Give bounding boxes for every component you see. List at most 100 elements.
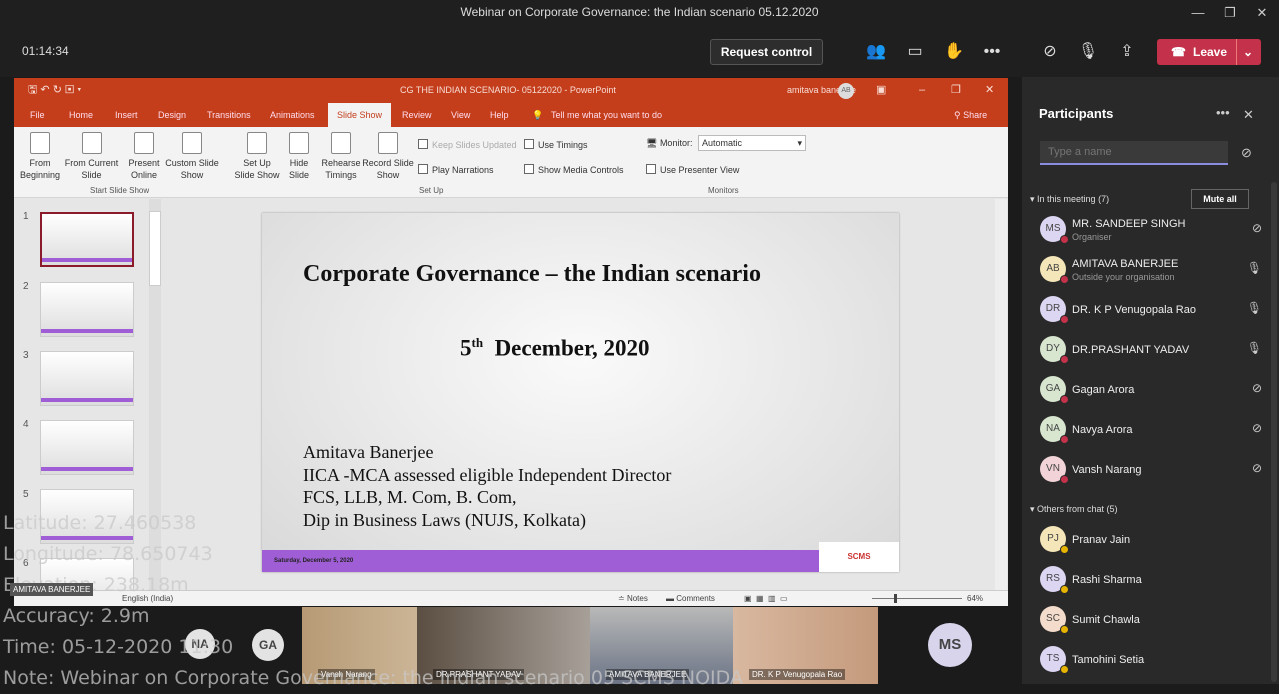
mute-all-button[interactable]: Mute all — [1191, 189, 1249, 209]
close-window-icon[interactable]: ✕ — [1247, 0, 1277, 25]
participant-item[interactable]: AB AMITAVA BANERJEE Outside your organis… — [1040, 253, 1262, 289]
mic-muted-icon[interactable]: ⊘ — [1252, 381, 1262, 395]
avatar: GA — [1040, 376, 1069, 404]
tab-view[interactable]: View — [451, 103, 470, 127]
participant-item[interactable]: VN Vansh Narang ⊘ — [1040, 453, 1262, 489]
participant-item[interactable]: SC Sumit Chawla — [1040, 603, 1262, 639]
ppt-close-icon[interactable]: ✕ — [985, 78, 994, 103]
from-beginning-button[interactable]: From Beginning — [20, 132, 60, 181]
present-online-button[interactable]: Present Online — [126, 132, 162, 181]
user-avatar[interactable]: AB — [838, 83, 854, 99]
tab-review[interactable]: Review — [402, 103, 432, 127]
minimize-icon[interactable]: — — [1183, 0, 1213, 25]
mic-muted-icon[interactable]: ⊘ — [1252, 461, 1262, 475]
avatar-ms: MS — [928, 623, 972, 667]
thumbnail-slide-1[interactable] — [40, 212, 134, 267]
slide-scrollbar[interactable] — [995, 199, 1007, 591]
tab-slide-show[interactable]: Slide Show — [328, 103, 392, 127]
search-participants-input[interactable] — [1040, 141, 1228, 165]
ppt-minimize-icon[interactable]: – — [919, 78, 925, 103]
request-control-button[interactable]: Request control — [710, 39, 823, 65]
mic-icon[interactable]: 🎙 — [1247, 301, 1262, 315]
mic-muted-icon[interactable]: ⊘ — [1252, 221, 1262, 235]
camera-off-icon[interactable]: ⊘ — [1038, 41, 1062, 63]
scms-logo: SCMS — [819, 542, 899, 572]
quick-access-icons[interactable]: 🖫 ↶ ↻ ▣ ▾ — [28, 78, 81, 103]
setup-slide-show-button[interactable]: Set Up Slide Show — [234, 132, 280, 181]
status-dot-icon — [1060, 435, 1069, 444]
maximize-icon[interactable]: ❐ — [1215, 0, 1245, 25]
tab-transitions[interactable]: Transitions — [207, 103, 251, 127]
participant-name: Vansh Narang — [1072, 464, 1142, 476]
close-icon[interactable]: ✕ — [1243, 107, 1254, 123]
show-media-controls-checkbox[interactable]: Show Media Controls — [524, 164, 624, 175]
zoom-slider[interactable] — [872, 594, 962, 603]
mic-icon[interactable]: 🎙 — [1247, 261, 1262, 275]
raise-hand-icon[interactable]: ✋ — [942, 41, 966, 63]
ppt-title: CG THE INDIAN SCENARIO- 05122020 - Power… — [400, 85, 616, 95]
status-dot-icon — [1060, 355, 1069, 364]
participant-name: Gagan Arora — [1072, 384, 1135, 396]
panel-scrollbar[interactable] — [1271, 182, 1277, 682]
chevron-down-icon: ▾ — [797, 138, 802, 148]
leave-button[interactable]: ☎ Leave ⌄ — [1157, 39, 1261, 65]
tab-animations[interactable]: Animations — [270, 103, 315, 127]
from-current-button[interactable]: From Current Slide — [64, 132, 119, 181]
participant-item[interactable]: GA Gagan Arora ⊘ — [1040, 373, 1262, 409]
presenter-view-checkbox[interactable]: Use Presenter View — [646, 164, 739, 175]
play-narrations-checkbox[interactable]: Play Narrations — [418, 164, 494, 175]
zoom-level[interactable]: 64% — [967, 591, 983, 606]
video-tile[interactable]: DR. K P Venugopala Rao — [733, 607, 878, 684]
more-options-icon[interactable]: ••• — [1216, 105, 1230, 120]
use-timings-checkbox[interactable]: Use Timings — [524, 139, 588, 150]
share-screen-icon[interactable]: ⇪ — [1115, 41, 1139, 63]
thumb-number: 5 — [23, 489, 29, 500]
chat-icon[interactable]: ▭ — [903, 41, 927, 63]
group-setup: Set Up — [419, 186, 444, 195]
tell-me-search[interactable]: Tell me what you want to do — [551, 103, 662, 127]
mic-muted-icon[interactable]: ⊘ — [1252, 421, 1262, 435]
thumbnail-slide-3[interactable] — [40, 351, 134, 406]
chevron-down-icon[interactable]: ⌄ — [1235, 39, 1253, 65]
rehearse-timings-button[interactable]: Rehearse Timings — [320, 132, 362, 181]
share-button[interactable]: ⚲ Share — [954, 103, 987, 127]
thumb-number: 1 — [23, 211, 29, 222]
in-meeting-header[interactable]: ▾ In this meeting (7) — [1030, 194, 1109, 205]
tab-home[interactable]: Home — [69, 103, 93, 127]
thumbnail-slide-4[interactable] — [40, 420, 134, 475]
thumb-number: 2 — [23, 281, 29, 292]
status-dot-icon — [1060, 475, 1069, 484]
participant-item[interactable]: TS Tamohini Setia — [1040, 643, 1262, 679]
thumbnail-slide-2[interactable] — [40, 282, 134, 337]
status-dot-icon — [1060, 235, 1069, 244]
ppt-restore-icon[interactable]: ❐ — [951, 78, 961, 103]
ribbon-display-icon[interactable]: ▣ — [876, 78, 886, 103]
tab-help[interactable]: Help — [490, 103, 509, 127]
more-options-icon[interactable]: ••• — [980, 41, 1004, 63]
monitor-select[interactable]: Automatic ▾ — [698, 135, 806, 151]
hide-slide-button[interactable]: Hide Slide — [284, 132, 314, 181]
participant-item[interactable]: RS Rashi Sharma — [1040, 563, 1262, 599]
record-slide-show-button[interactable]: Record Slide Show — [362, 132, 414, 181]
status-dot-icon — [1060, 395, 1069, 404]
mic-off-icon[interactable]: 🎙 — [1076, 41, 1100, 63]
tab-design[interactable]: Design — [158, 103, 186, 127]
participant-item[interactable]: DY DR.PRASHANT YADAV 🎙 — [1040, 333, 1262, 369]
participant-item[interactable]: DR DR. K P Venugopala Rao 🎙 — [1040, 293, 1262, 329]
tab-file[interactable]: File — [30, 103, 45, 127]
hide-slide-icon — [289, 132, 309, 154]
others-header[interactable]: ▾ Others from chat (5) — [1030, 504, 1118, 515]
view-buttons[interactable]: ▣ ▦ ▥ ▭ — [744, 591, 788, 606]
participant-role: Organiser — [1072, 232, 1112, 242]
tab-insert[interactable]: Insert — [115, 103, 138, 127]
custom-slide-show-button[interactable]: Custom Slide Show — [164, 132, 220, 181]
participant-item[interactable]: NA Navya Arora ⊘ — [1040, 413, 1262, 449]
slideshow-icon — [30, 132, 50, 154]
participant-name: Pranav Jain — [1072, 534, 1131, 546]
participant-item[interactable]: MS MR. SANDEEP SINGH Organiser ⊘ — [1040, 213, 1262, 249]
participants-icon[interactable]: 👥 — [864, 41, 888, 63]
participants-panel: Participants ••• ✕ ⊘ ▾ In this meeting (… — [1022, 77, 1279, 684]
participant-item[interactable]: PJ Pranav Jain — [1040, 523, 1262, 559]
mic-icon[interactable]: 🎙 — [1247, 341, 1262, 355]
share-invite-icon[interactable]: ⊘ — [1241, 145, 1252, 161]
